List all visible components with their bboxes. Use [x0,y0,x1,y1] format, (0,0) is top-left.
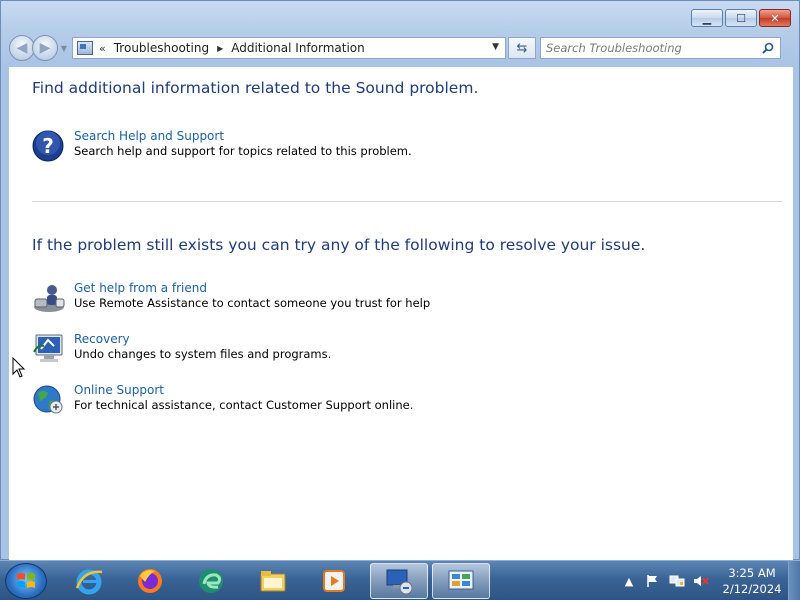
action-center-flag-icon[interactable] [644,572,662,590]
recent-pages-dropdown[interactable]: ▼ [58,44,70,53]
show-desktop-button[interactable] [788,561,800,600]
breadcrumb-separator-icon[interactable]: ▶ [217,44,223,53]
forward-button[interactable]: ▶ [32,35,58,61]
clock-time: 3:25 AM [728,566,776,580]
address-bar[interactable]: « Troubleshooting ▶ Additional Informati… [72,37,506,59]
section-heading-resolve: If the problem still exists you can try … [32,236,646,254]
taskbar-media-player[interactable] [305,563,363,599]
network-icon[interactable] [668,572,686,590]
taskbar-firefox[interactable] [121,563,179,599]
list-item-search-help: ? Search Help and Support Search help an… [32,129,412,163]
control-panel-icon [77,41,93,55]
get-help-friend-description: Use Remote Assistance to contact someone… [74,296,431,310]
internet-explorer-icon [75,569,103,595]
start-button[interactable] [5,563,47,599]
list-item-online-support: Online Support For technical assistance,… [32,383,413,417]
taskbar-control-panel[interactable] [432,563,490,599]
search-box [540,37,781,59]
search-help-description: Search help and support for topics relat… [74,144,412,158]
refresh-icon: ⇆ [516,40,528,56]
remote-assistance-icon [34,285,65,312]
forward-arrow-icon: ▶ [39,40,51,56]
maximize-button[interactable]: ☐ [725,9,757,27]
caption-buttons: ▁ ☐ ✕ [691,9,791,27]
svg-text:?: ? [42,134,54,158]
back-arrow-icon: ◀ [16,40,28,56]
taskbar-remote-desktop[interactable] [370,563,428,599]
breadcrumb-overflow[interactable]: « [99,42,106,55]
windows-logo-icon [17,573,35,588]
troubleshooting-window: ▁ ☐ ✕ ◀ ▶ ▼ « Troubleshooting ▶ Addition… [0,0,800,561]
list-item-recovery: Recovery Undo changes to system files an… [32,332,331,366]
edge-icon [199,569,223,593]
address-dropdown-icon[interactable]: ▼ [492,42,499,52]
online-support-description: For technical assistance, contact Custom… [74,398,414,412]
refresh-button[interactable]: ⇆ [508,37,536,59]
mouse-cursor-icon [12,357,26,378]
recovery-link[interactable]: Recovery [74,332,331,347]
search-icon[interactable] [762,42,774,54]
recovery-description: Undo changes to system files and program… [74,347,332,361]
search-help-link[interactable]: Search Help and Support [74,129,412,144]
help-icon: ? [32,130,64,162]
control-panel-icon [448,570,474,590]
section-heading-additional-info: Find additional information related to t… [32,79,479,97]
remote-desktop-icon [386,569,413,595]
taskbar: ▲ 3:25 AM 2/12/2024 [0,560,800,600]
clock-date: 2/12/2024 [722,582,782,596]
taskbar-internet-explorer[interactable] [60,563,118,599]
system-tray: ▲ 3:25 AM 2/12/2024 [620,561,800,600]
clock[interactable]: 3:25 AM 2/12/2024 [716,565,788,597]
get-help-friend-link[interactable]: Get help from a friend [74,281,430,296]
close-button[interactable]: ✕ [759,9,791,27]
tray-overflow-chevron-icon[interactable]: ▲ [620,572,638,590]
breadcrumb-troubleshooting[interactable]: Troubleshooting [114,41,209,55]
search-input[interactable] [541,38,751,58]
section-divider [32,201,782,202]
list-item-remote-assistance: Get help from a friend Use Remote Assist… [32,281,430,315]
minimize-button[interactable]: ▁ [691,9,723,27]
media-player-icon [323,570,345,592]
online-support-icon [33,385,63,414]
online-support-link[interactable]: Online Support [74,383,413,398]
volume-muted-icon[interactable] [692,572,710,590]
content-pane: Find additional information related to t… [9,67,793,561]
breadcrumb-additional-information[interactable]: Additional Information [231,41,365,55]
taskbar-file-explorer[interactable] [244,563,302,599]
recovery-icon [33,334,63,362]
navigation-bar: ◀ ▶ ▼ « Troubleshooting ▶ Additional Inf… [9,35,793,61]
file-explorer-icon [260,571,286,592]
firefox-icon [138,569,162,593]
taskbar-edge[interactable] [182,563,240,599]
